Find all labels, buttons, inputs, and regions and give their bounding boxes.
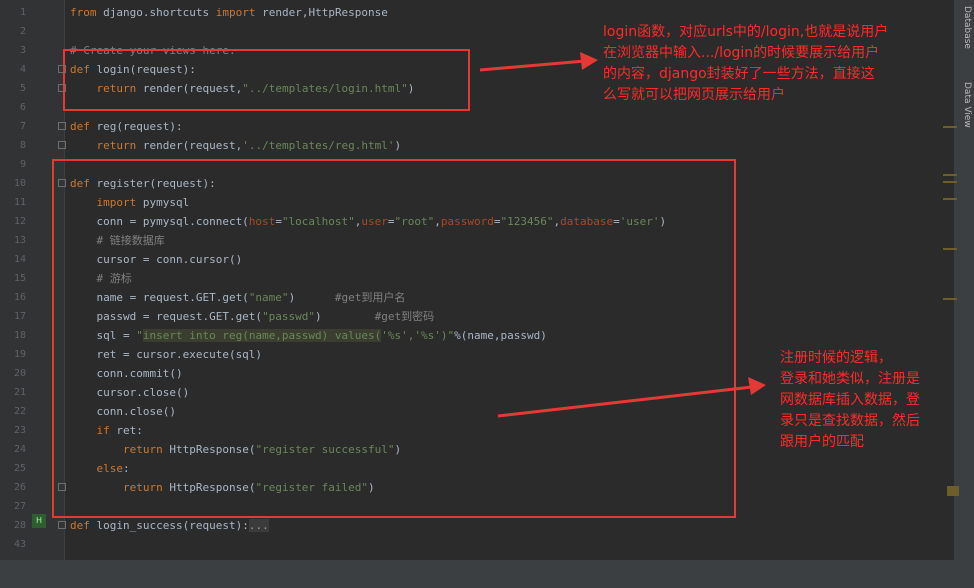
login-annotation: login函数，对应urls中的/login,也就是说用户 在浏览器中输入.../… (603, 22, 973, 106)
annotation-line: 录只是查找数据，然后 (780, 413, 920, 429)
fold-toggle[interactable] (58, 84, 66, 92)
fold-toggle[interactable] (58, 141, 66, 149)
fold-toggle[interactable] (58, 65, 66, 73)
fold-toggle[interactable] (58, 179, 66, 187)
annotation-line: 么写就可以把网页展示给用户 (603, 87, 785, 103)
annotation-line: 注册时候的逻辑， (780, 350, 892, 366)
register-annotation: 注册时候的逻辑， 登录和她类似，注册是 网数据库插入数据，登 录只是查找数据，然后 跟用… (780, 348, 974, 453)
fold-toggle[interactable] (58, 122, 66, 130)
annotation-line: login函数，对应urls中的/login,也就是说用户 (603, 24, 889, 40)
fold-toggle[interactable] (58, 521, 66, 529)
annotation-line: 登录和她类似，注册是 (780, 371, 920, 387)
annotation-line: 网数据库插入数据，登 (780, 392, 920, 408)
annotation-line: 在浏览器中输入.../login的时候要展示给用户 (603, 45, 880, 61)
annotation-line: 跟用户的匹配 (780, 434, 864, 450)
annotation-line: 的内容，django封装好了一些方法，直接这 (603, 66, 875, 82)
fold-toggle[interactable] (58, 483, 66, 491)
